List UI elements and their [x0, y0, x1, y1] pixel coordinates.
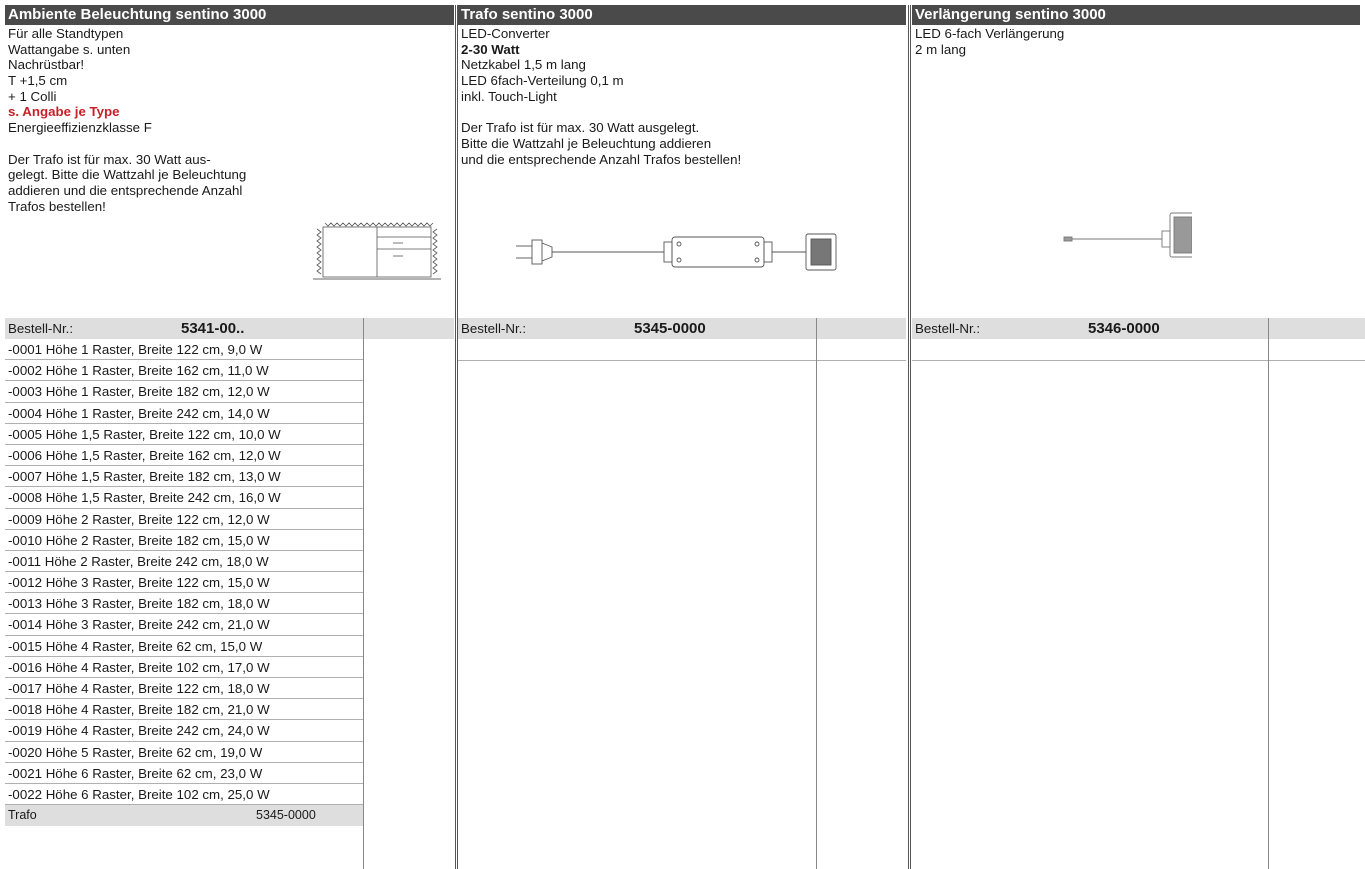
variant-row: -0022 Höhe 6 Raster, Breite 102 cm, 25,0…: [5, 784, 363, 806]
variant-row: -0016 Höhe 4 Raster, Breite 102 cm, 17,0…: [5, 657, 363, 678]
product-column-trafo: Trafo sentino 3000 LED-Converter 2-30 Wa…: [458, 5, 906, 869]
empty-row: [912, 339, 1365, 361]
wattage: 2-30 Watt: [461, 41, 520, 57]
column-divider: [1268, 318, 1269, 869]
trafo-label: Trafo: [8, 808, 37, 823]
variant-row: -0001 Höhe 1 Raster, Breite 122 cm, 9,0 …: [5, 339, 363, 361]
column-title: Ambiente Beleuchtung sentino 3000: [5, 5, 454, 25]
empty-row: [458, 339, 906, 361]
product-column-lighting: Ambiente Beleuchtung sentino 3000 Für al…: [5, 5, 454, 869]
note-line: Bitte die Wattzahl je Beleuchtung addier…: [461, 135, 712, 151]
variant-row: -0020 Höhe 5 Raster, Breite 62 cm, 19,0 …: [5, 742, 363, 763]
order-bar-extension: [816, 318, 906, 339]
variant-row: -0019 Höhe 4 Raster, Breite 242 cm, 24,0…: [5, 720, 363, 742]
column-separator: [908, 5, 909, 869]
trafo-number: 5345-0000: [256, 808, 316, 823]
variant-row: -0013 Höhe 3 Raster, Breite 182 cm, 18,0…: [5, 593, 363, 615]
note-line: Der Trafo ist für max. 30 Watt aus-: [8, 151, 211, 167]
column-divider: [363, 318, 364, 869]
converter-illustration: [516, 233, 837, 271]
order-number-bar: Bestell-Nr.: 5346-0000: [912, 318, 1270, 339]
variant-row: -0017 Höhe 4 Raster, Breite 122 cm, 18,0…: [5, 678, 363, 700]
desc-line: LED 6fach-Verteilung 0,1 m: [461, 73, 624, 89]
variant-row: -0004 Höhe 1 Raster, Breite 242 cm, 14,0…: [5, 403, 363, 424]
column-separator: [455, 5, 456, 869]
highlight-note: s. Angabe je Type: [8, 104, 120, 120]
variant-row: -0003 Höhe 1 Raster, Breite 182 cm, 12,0…: [5, 381, 363, 403]
order-number-bar: Bestell-Nr.: 5341-00..: [5, 318, 454, 339]
column-title: Trafo sentino 3000: [458, 5, 906, 25]
order-number: 5341-00..: [181, 320, 245, 337]
variant-row: -0009 Höhe 2 Raster, Breite 122 cm, 12,0…: [5, 509, 363, 530]
note-line: addieren und die entsprechende Anzahl: [8, 182, 243, 198]
variant-row: -0002 Höhe 1 Raster, Breite 162 cm, 11,0…: [5, 360, 363, 382]
variant-row: -0021 Höhe 6 Raster, Breite 62 cm, 23,0 …: [5, 763, 363, 784]
trafo-row: Trafo 5345-0000: [5, 805, 363, 827]
desc-line: inkl. Touch-Light: [461, 88, 557, 104]
product-column-extension: Verlängerung sentino 3000 LED 6-fach Ver…: [912, 5, 1365, 869]
order-label: Bestell-Nr.:: [915, 321, 981, 336]
order-number-bar: Bestell-Nr.: 5345-0000: [458, 318, 816, 339]
variant-row: -0006 Höhe 1,5 Raster, Breite 162 cm, 12…: [5, 445, 363, 467]
desc-line: Für alle Standtypen: [8, 26, 124, 41]
column-title: Verlängerung sentino 3000: [912, 5, 1360, 25]
variant-row: -0010 Höhe 2 Raster, Breite 182 cm, 15,0…: [5, 530, 363, 551]
desc-line: LED-Converter: [461, 26, 550, 41]
extension-cable-illustration: [1063, 212, 1192, 258]
note-line: gelegt. Bitte die Wattzahl je Beleuchtun…: [8, 167, 247, 183]
variant-row: -0012 Höhe 3 Raster, Breite 122 cm, 15,0…: [5, 572, 363, 594]
order-label: Bestell-Nr.:: [8, 321, 74, 336]
variant-row: -0014 Höhe 3 Raster, Breite 242 cm, 21,0…: [5, 614, 363, 636]
column-separator: [910, 5, 911, 869]
order-label: Bestell-Nr.:: [461, 321, 527, 336]
desc-line: LED 6-fach Verlängerung: [915, 26, 1065, 41]
desc-line: T +1,5 cm: [8, 73, 68, 89]
order-number: 5345-0000: [634, 320, 706, 337]
column-divider: [816, 318, 817, 869]
variant-row: -0008 Höhe 1,5 Raster, Breite 242 cm, 16…: [5, 487, 363, 509]
variant-row: -0005 Höhe 1,5 Raster, Breite 122 cm, 10…: [5, 424, 363, 445]
product-description: LED 6-fach Verlängerung 2 m lang: [912, 25, 1360, 318]
order-number: 5346-0000: [1088, 320, 1160, 337]
variant-row: -0018 Höhe 4 Raster, Breite 182 cm, 21,0…: [5, 699, 363, 721]
variant-row: -0015 Höhe 4 Raster, Breite 62 cm, 15,0 …: [5, 636, 363, 657]
desc-line: Netzkabel 1,5 m lang: [461, 57, 586, 73]
desc-line: 2 m lang: [915, 41, 966, 57]
desc-line: Wattangabe s. unten: [8, 41, 131, 57]
note-line: und die entsprechende Anzahl Trafos best…: [461, 151, 742, 167]
sideboard-illustration: [313, 222, 441, 280]
desc-line: Nachrüstbar!: [8, 57, 85, 73]
desc-line: + 1 Colli: [8, 88, 57, 104]
energy-class: Energieeffizienzklasse F: [8, 120, 152, 136]
note-line: Der Trafo ist für max. 30 Watt ausgelegt…: [461, 120, 700, 136]
variant-list: -0001 Höhe 1 Raster, Breite 122 cm, 9,0 …: [5, 339, 363, 827]
variant-row: -0011 Höhe 2 Raster, Breite 242 cm, 18,0…: [5, 551, 363, 573]
variant-row: -0007 Höhe 1,5 Raster, Breite 182 cm, 13…: [5, 466, 363, 488]
order-bar-extension: [1270, 318, 1365, 339]
